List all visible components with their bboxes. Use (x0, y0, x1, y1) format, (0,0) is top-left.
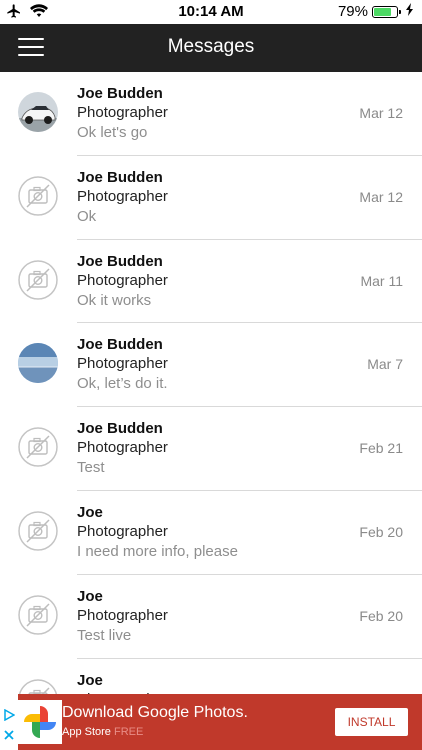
message-text: Joe Budden Photographer Test Feb 21 (77, 419, 422, 491)
message-row[interactable]: Joe Budden Photographer Ok let's go Mar 12 (0, 72, 422, 156)
message-row[interactable]: Joe Photographer Test live Feb 20 (0, 575, 422, 659)
no-photo-icon (18, 511, 58, 551)
no-photo-icon (18, 259, 58, 300)
message-row[interactable]: JoePhotographer (0, 659, 422, 694)
message-preview: Ok (77, 207, 97, 225)
message-text: JoePhotographer (77, 671, 422, 694)
avatar (18, 92, 58, 132)
page-title: Messages (167, 36, 255, 57)
message-date: Feb 20 (359, 523, 403, 540)
message-text: Joe Budden Photographer Ok Mar 12 (77, 168, 422, 240)
no-photo-icon (18, 176, 58, 216)
sender-name: Joe Budden (77, 420, 163, 438)
status-bar: 10:14 AM 79% (0, 0, 422, 24)
message-row[interactable]: Joe Budden Photographer Test Feb 21 (0, 407, 422, 491)
ad-title[interactable]: Download Google Photos. (62, 704, 248, 722)
message-date: Mar 12 (359, 105, 403, 121)
message-preview: I need more info, please (77, 542, 238, 560)
message-text: Joe Photographer I need more info, please F… (77, 503, 422, 575)
ad-price-label: FREE (114, 726, 144, 738)
ad-store-label: App Store (62, 726, 111, 738)
message-preview: Ok it works (77, 291, 152, 309)
no-photo-icon (18, 595, 58, 635)
sender-name: Joe (77, 587, 103, 605)
message-preview: Ok, let’s do it. (77, 375, 168, 393)
sender-name: Joe (77, 671, 103, 689)
battery-percent: 79% (337, 3, 368, 20)
message-date: Mar 12 (359, 188, 403, 205)
close-ad-icon[interactable] (3, 728, 15, 746)
adchoices-panel (0, 694, 18, 750)
message-preview: Ok let's go (77, 124, 148, 141)
avatar (18, 343, 58, 384)
message-text: Joe Budden Photographer Ok, let’s do it. Ma… (77, 335, 422, 407)
message-row[interactable]: Joe Budden Photographer Ok, let’s do it. Ma… (0, 323, 422, 408)
messages-list[interactable]: Joe Budden Photographer Ok let's go Mar 12 J… (0, 72, 422, 694)
message-text: Joe Photographer Test live Feb 20 (77, 587, 422, 659)
message-preview: Test (77, 459, 105, 477)
no-photo-icon (18, 427, 58, 467)
message-preview: Test live (77, 626, 132, 644)
adchoices-icon[interactable] (3, 708, 16, 726)
sender-name: Joe Budden (77, 336, 163, 354)
message-text: Joe Budden Photographer Ok it works Mar 11 (77, 252, 422, 324)
message-date: Feb 21 (359, 440, 403, 457)
no-photo-icon (18, 678, 58, 694)
install-button[interactable]: INSTALL (335, 708, 408, 736)
charging-bolt-icon (406, 3, 414, 20)
message-date: Feb 20 (359, 607, 403, 624)
battery-icon (372, 5, 401, 18)
sender-name: Joe Budden (77, 168, 163, 186)
sender-name: Joe Budden (77, 85, 163, 102)
message-date: Mar 11 (360, 272, 403, 289)
message-date: Mar 7 (367, 356, 403, 373)
nav-bar: Messages (0, 24, 422, 72)
sender-name: Joe Budden (77, 252, 163, 270)
message-text: Joe Budden Photographer Ok let's go Mar 12 (77, 84, 422, 156)
sender-name: Joe (77, 503, 103, 521)
message-row[interactable]: Joe Photographer I need more info, please F… (0, 491, 422, 575)
message-row[interactable]: Joe Budden Photographer Ok it works Mar 11 (0, 240, 422, 324)
message-row[interactable]: Joe Budden Photographer Ok Mar 12 (0, 156, 422, 240)
ad-banner[interactable]: Download Google Photos. App Store FREE I… (0, 694, 422, 750)
google-photos-logo[interactable] (18, 700, 62, 744)
